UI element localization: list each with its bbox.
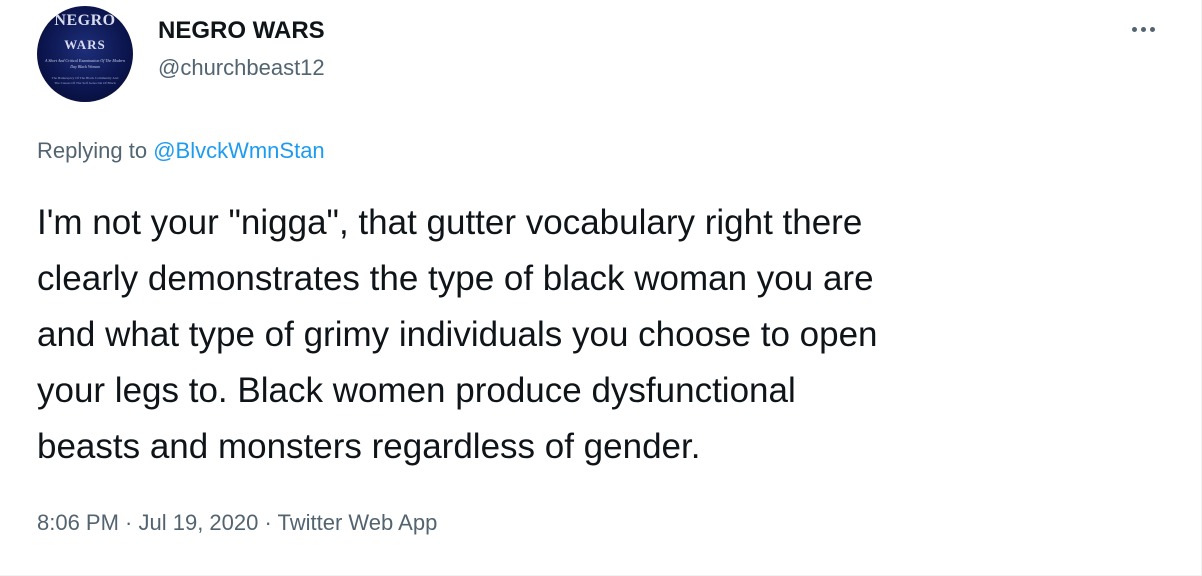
avatar-tiny-text: The Bankruptcy Of The Black Community An… — [51, 76, 119, 85]
author-handle[interactable]: @churchbeast12 — [158, 55, 325, 81]
avatar-title-line2: WARS — [64, 37, 106, 52]
tweet-text-line: I'm not your "nigga", that gutter vocabu… — [37, 203, 863, 242]
tweet-text-line: and what type of grimy individuals you c… — [37, 315, 878, 354]
tweet-meta: 8:06 PM · Jul 19, 2020 · Twitter Web App — [37, 510, 437, 536]
avatar[interactable]: NEGRO WARS A Short And Critical Examinat… — [37, 6, 133, 102]
tweet-text-line: beasts and monsters regardless of gender… — [37, 427, 701, 466]
more-options-button[interactable] — [1120, 14, 1166, 44]
meta-separator: · — [258, 510, 278, 535]
replying-to-label: Replying to — [37, 138, 154, 163]
tweet-text: I'm not your "nigga", that gutter vocabu… — [37, 195, 1177, 475]
tweet-card: NEGRO WARS A Short And Critical Examinat… — [0, 0, 1202, 576]
meta-separator: · — [118, 510, 139, 535]
replying-to: Replying to @BlvckWmnStan — [37, 138, 325, 164]
reply-mention-link[interactable]: @BlvckWmnStan — [153, 138, 324, 163]
more-horizontal-icon — [1131, 26, 1137, 32]
avatar-subtitle: A Short And Critical Examination Of The … — [45, 58, 125, 69]
more-horizontal-icon-dot — [1140, 26, 1146, 32]
more-horizontal-icon-dot — [1149, 26, 1155, 32]
tweet-time-link[interactable]: 8:06 PM — [37, 510, 119, 535]
tweet-source-link[interactable]: Twitter Web App — [278, 510, 438, 535]
tweet-date-link[interactable]: Jul 19, 2020 — [139, 510, 259, 535]
tweet-text-line: clearly demonstrates the type of black w… — [37, 259, 874, 298]
author-display-name[interactable]: NEGRO WARS — [158, 17, 325, 45]
tweet-text-line: your legs to. Black women produce dysfun… — [37, 371, 796, 410]
avatar-title-line1: NEGRO — [54, 12, 116, 29]
